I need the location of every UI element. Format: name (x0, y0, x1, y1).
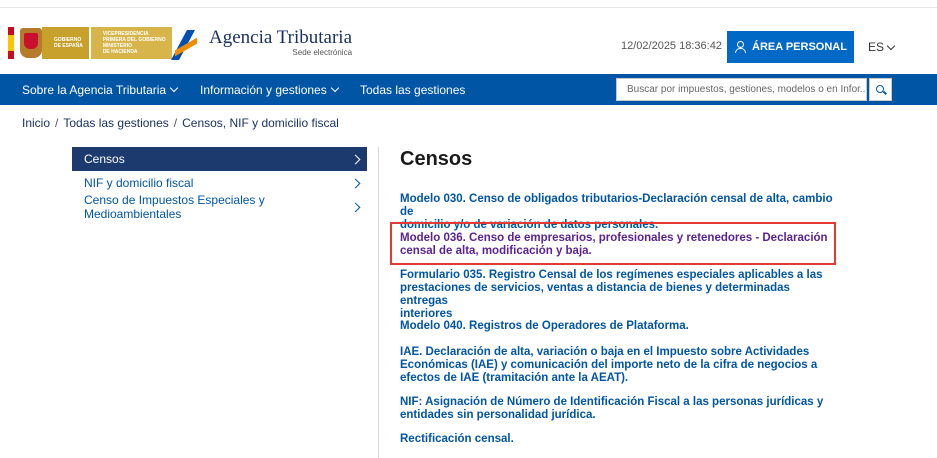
link-line: Económicas (IAE) y comunicación del impo… (400, 359, 818, 371)
breadcrumb-todas-gestiones[interactable]: Todas las gestiones (63, 116, 168, 130)
top-border (0, 0, 937, 8)
link-rectificacion-censal[interactable]: Rectificación censal. (400, 433, 514, 446)
highlight-box (390, 222, 836, 265)
gov-label-block: GOBIERNO DE ESPAÑA (42, 27, 89, 59)
chevron-down-icon (886, 41, 896, 50)
link-line: Rectificación censal. (400, 433, 514, 445)
gov-text-line: DE ESPAÑA (54, 43, 83, 49)
agency-title: Agencia Tributaria (209, 27, 353, 48)
search-button[interactable] (869, 78, 892, 101)
search-icon (875, 84, 886, 95)
language-selector[interactable]: ES (868, 40, 896, 54)
link-nif-asignacion[interactable]: NIF: Asignación de Número de Identificac… (400, 396, 823, 422)
link-line: prestaciones de servicios, ventas a dist… (400, 282, 790, 307)
sidebar-item-label: NIF y domicilio fiscal (84, 176, 194, 190)
gov-text-line: DE HACIENDA (102, 49, 138, 55)
area-personal-label: ÁREA PERSONAL (752, 41, 847, 53)
search-input[interactable]: Buscar por impuestos, gestiones, modelos… (616, 78, 867, 101)
main-navbar: Sobre la Agencia Tributaria Información … (0, 74, 937, 105)
link-modelo-040[interactable]: Modelo 040. Registros de Operadores de P… (400, 320, 689, 333)
chevron-right-icon (350, 178, 361, 188)
agency-subtitle: Sede electrónica (292, 48, 353, 57)
link-line: NIF: Asignación de Número de Identificac… (400, 396, 824, 408)
sidebar-nav: Censos NIF y domicilio fiscal Censo de I… (72, 147, 367, 221)
user-icon (734, 41, 747, 53)
link-line: IAE. Declaración de alta, variación o ba… (400, 346, 810, 358)
breadcrumb-current: Censos, NIF y domicilio fiscal (182, 116, 339, 130)
agency-mark-icon (171, 28, 203, 60)
language-label: ES (868, 40, 885, 54)
chevron-down-icon (169, 83, 179, 93)
link-line: Modelo 030. Censo de obligados tributari… (400, 193, 833, 218)
link-line: Modelo 040. Registros de Operadores de P… (400, 320, 689, 332)
breadcrumb-separator: / (173, 116, 178, 130)
coat-of-arms-icon (20, 28, 42, 58)
page-title: Censos (400, 148, 473, 170)
breadcrumb-separator: / (55, 116, 59, 130)
nav-label: Todas las gestiones (360, 82, 466, 97)
chevron-down-icon (330, 83, 339, 93)
link-formulario-035[interactable]: Formulario 035. Registro Censal de los r… (400, 269, 840, 321)
sidebar-item-nif-domicilio[interactable]: NIF y domicilio fiscal (72, 171, 367, 195)
agencia-tributaria-logo[interactable]: Agencia Tributaria Sede electrónica (171, 26, 353, 60)
chevron-right-icon (350, 154, 361, 164)
sidebar-item-censos[interactable]: Censos (72, 147, 367, 171)
sidebar-item-label: Censos (84, 152, 125, 166)
government-logo[interactable]: GOBIERNO DE ESPAÑA VICEPRESIDENCIA PRIME… (8, 27, 172, 59)
link-iae[interactable]: IAE. Declaración de alta, variación o ba… (400, 346, 817, 385)
content-divider (378, 147, 379, 458)
ministry-label-block: VICEPRESIDENCIA PRIMERA DEL GOBIERNO MIN… (90, 27, 172, 59)
nav-label: Sobre la Agencia Tributaria (22, 82, 167, 97)
sidebar-item-impuestos-especiales[interactable]: Censo de Impuestos Especiales y Medioamb… (72, 193, 367, 221)
search-placeholder: Buscar por impuestos, gestiones, modelos… (627, 84, 867, 95)
current-datetime: 12/02/2025 18:36:42 (621, 40, 722, 52)
nav-label: Información y gestiones (200, 82, 327, 97)
link-line: entidades sin personalidad jurídica. (400, 409, 596, 421)
spain-flag-icon (8, 27, 14, 59)
link-line: efectos de IAE (tramitación ante la AEAT… (400, 372, 629, 384)
nav-todas-gestiones[interactable]: Todas las gestiones (360, 74, 465, 105)
nav-sobre-agencia[interactable]: Sobre la Agencia Tributaria (22, 74, 179, 105)
breadcrumb-inicio[interactable]: Inicio (22, 116, 50, 130)
nav-informacion-gestiones[interactable]: Información y gestiones (200, 74, 339, 105)
area-personal-button[interactable]: ÁREA PERSONAL (727, 31, 854, 63)
link-line: Formulario 035. Registro Censal de los r… (400, 269, 823, 281)
breadcrumb: Inicio / Todas las gestiones / Censos, N… (22, 116, 339, 130)
sidebar-item-label: Censo de Impuestos Especiales y Medioamb… (84, 193, 265, 221)
